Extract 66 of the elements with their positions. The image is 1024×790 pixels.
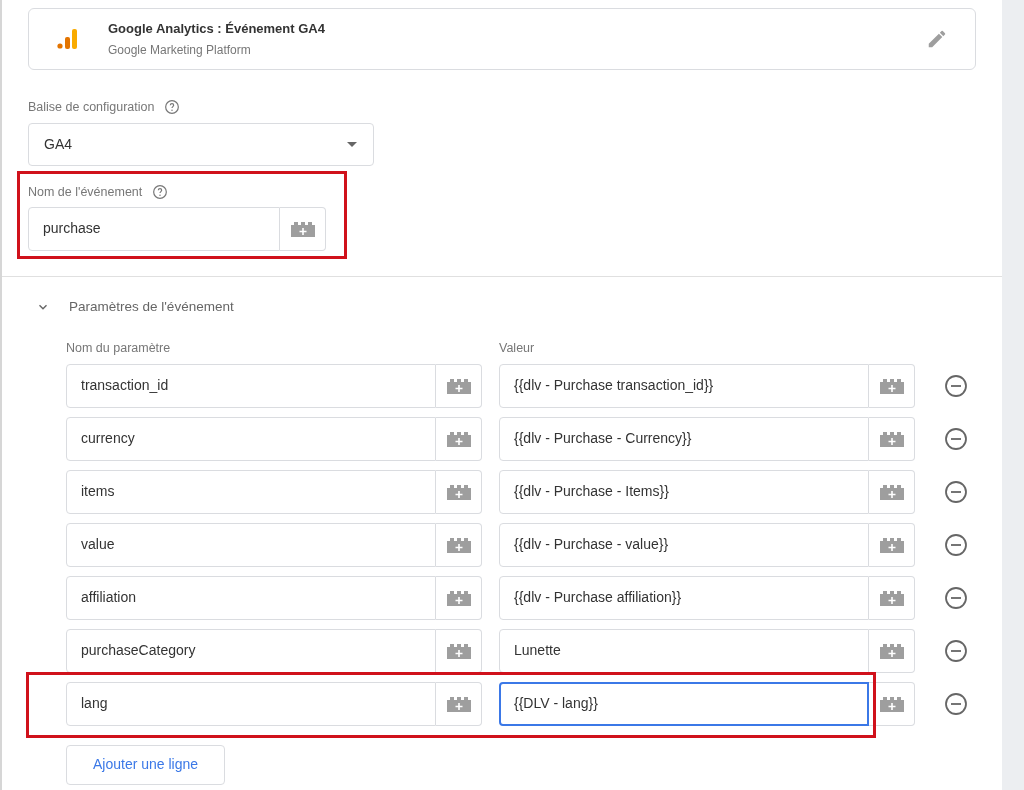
variable-picker-button[interactable]: [869, 575, 915, 620]
parameter-value-field[interactable]: {{dlv - Purchase affiliation}}: [499, 575, 869, 620]
remove-row-icon[interactable]: [944, 479, 968, 504]
variable-block-icon: [446, 589, 471, 606]
variable-picker-button[interactable]: [280, 206, 326, 251]
parameter-name-field[interactable]: items: [66, 469, 436, 514]
parameter-value-field[interactable]: {{dlv - Purchase - Currency}}: [499, 416, 869, 461]
variable-picker-button[interactable]: [869, 628, 915, 673]
variable-block-icon: [879, 695, 904, 712]
parameter-name-field[interactable]: transaction_id: [66, 363, 436, 408]
parameter-name-field[interactable]: purchaseCategory: [66, 628, 436, 673]
remove-row-icon[interactable]: [944, 691, 968, 716]
parameter-name-field[interactable]: currency: [66, 416, 436, 461]
variable-picker-button[interactable]: [436, 363, 482, 408]
parameter-value-field[interactable]: Lunette: [499, 628, 869, 673]
variable-picker-button[interactable]: [869, 469, 915, 514]
help-icon[interactable]: [164, 99, 181, 116]
parameter-name-field[interactable]: value: [66, 522, 436, 567]
tag-type-subtitle: Google Marketing Platform: [108, 41, 252, 59]
remove-row-icon[interactable]: [944, 373, 968, 398]
field-label: Balise de configuration: [28, 99, 155, 116]
variable-block-icon: [446, 377, 471, 394]
variable-picker-button[interactable]: [436, 575, 482, 620]
variable-block-icon: [446, 483, 471, 500]
parameter-value-field[interactable]: {{dlv - Purchase - value}}: [499, 522, 869, 567]
field-label: Nom de l'événement: [28, 183, 143, 201]
remove-row-icon[interactable]: [944, 585, 968, 610]
config-tag-dropdown[interactable]: GA4: [28, 122, 374, 166]
column-header: Valeur: [499, 339, 535, 357]
variable-block-icon: [879, 536, 904, 553]
help-icon[interactable]: [152, 184, 169, 201]
tag-type-card[interactable]: Google Analytics : Événement GA4 Google Marketing Platform: [28, 8, 976, 70]
variable-block-icon: [446, 536, 471, 553]
edit-icon[interactable]: [926, 28, 948, 50]
variable-picker-button[interactable]: [869, 363, 915, 408]
variable-picker-button[interactable]: [436, 416, 482, 461]
variable-picker-button[interactable]: [869, 522, 915, 567]
remove-row-icon[interactable]: [944, 638, 968, 663]
variable-block-icon: [879, 589, 904, 606]
dropdown-arrow-icon: [347, 141, 357, 147]
analytics-logo-icon: [56, 27, 80, 51]
remove-row-icon[interactable]: [944, 532, 968, 557]
tag-type-title: Google Analytics : Événement GA4: [108, 20, 325, 39]
parameter-name-field[interactable]: lang: [66, 681, 436, 726]
variable-picker-button[interactable]: [436, 522, 482, 567]
variable-block-icon: [879, 430, 904, 447]
add-row-button[interactable]: Ajouter une ligne: [66, 744, 226, 785]
variable-picker-button[interactable]: [869, 416, 915, 461]
variable-block-icon: [446, 642, 471, 659]
remove-row-icon[interactable]: [944, 426, 968, 451]
parameter-value-field[interactable]: {{dlv - Purchase transaction_id}}: [499, 363, 869, 408]
parameter-value-field[interactable]: {{DLV - lang}}: [499, 681, 869, 726]
variable-picker-button[interactable]: [869, 681, 915, 726]
column-header: Nom du paramètre: [66, 339, 172, 357]
variable-picker-button[interactable]: [436, 469, 482, 514]
parameter-name-field[interactable]: affiliation: [66, 575, 436, 620]
variable-block-icon: [446, 695, 471, 712]
variable-block-icon: [446, 430, 471, 447]
event-name-field[interactable]: purchase: [28, 206, 280, 251]
section-title[interactable]: Paramètres de l'événement: [69, 296, 234, 317]
parameter-value-field[interactable]: {{dlv - Purchase - Items}}: [499, 469, 869, 514]
variable-block-icon: [879, 377, 904, 394]
variable-block-icon: [290, 220, 315, 237]
variable-block-icon: [879, 483, 904, 500]
variable-block-icon: [879, 642, 904, 659]
variable-picker-button[interactable]: [436, 681, 482, 726]
